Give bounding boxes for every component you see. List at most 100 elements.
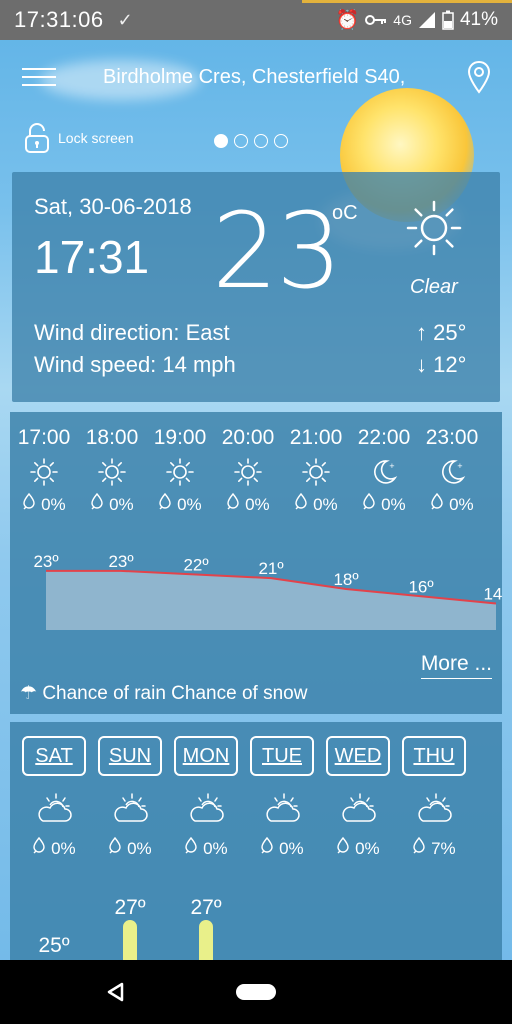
day-high-label: 27º xyxy=(190,896,221,919)
hour-time: 22:00 xyxy=(357,426,411,449)
hour-chance-value: 0% xyxy=(177,495,202,514)
sun-icon xyxy=(214,454,282,490)
current-date: Sat, 30-06-2018 xyxy=(34,194,192,219)
condition-label: Clear xyxy=(410,276,458,298)
legend-text: Chance of rain Chance of snow xyxy=(42,683,308,704)
partly-cloudy-icon xyxy=(174,786,238,830)
day-item: WED 0% xyxy=(326,736,390,859)
day-chance-value: 0% xyxy=(127,839,152,858)
status-time: 17:31:06 xyxy=(14,7,104,32)
day-chance-value: 0% xyxy=(51,839,76,858)
moon-icon: + xyxy=(418,454,486,490)
status-icons: ⏰ 4G 41% xyxy=(336,0,498,40)
rain-drop-icon xyxy=(32,836,46,858)
day-chance-value: 0% xyxy=(203,839,228,858)
hour-item: 19:00 0% xyxy=(146,426,214,515)
page-dot[interactable] xyxy=(234,134,248,148)
alarm-icon: ⏰ xyxy=(335,10,360,31)
day-high-label: 27º xyxy=(114,896,145,919)
hour-chance: 0% xyxy=(418,492,486,515)
hour-chance-value: 0% xyxy=(109,495,134,514)
rain-drop-icon xyxy=(90,492,104,514)
hour-chance-value: 0% xyxy=(313,495,338,514)
location-title[interactable]: Birdholme Cres, Chesterfield S40, xyxy=(103,66,443,89)
svg-text:+: + xyxy=(457,462,463,470)
day-button[interactable]: SUN xyxy=(98,736,162,776)
hour-chance: 0% xyxy=(78,492,146,515)
hourly-forecast-card: 17:00 0% 18:00 0% 19:00 0% 20:00 0% 21:00 0%… xyxy=(10,412,502,714)
hour-chance-value: 0% xyxy=(449,495,474,514)
more-link[interactable]: More ... xyxy=(420,652,492,679)
hour-chance: 0% xyxy=(350,492,418,515)
daily-temp-bars: 25º 27º 27º xyxy=(38,896,222,962)
unlock-icon xyxy=(25,123,49,153)
back-icon[interactable] xyxy=(106,982,124,1002)
rain-drop-icon: ☂ xyxy=(20,683,38,704)
home-button[interactable] xyxy=(236,984,276,1000)
battery-level: 41% xyxy=(459,9,498,30)
temp-low: ↓ 12° xyxy=(416,352,467,377)
hour-chance: 0% xyxy=(214,492,282,515)
hour-item: 23:00 + 0% xyxy=(418,426,486,515)
chance-legend: ☂ Chance of rain Chance of snow xyxy=(20,682,307,705)
temp-label: 23º xyxy=(33,552,58,571)
daily-list: SAT 0% SUN 0% MON 0% TUE 0% WED 0% THU 7% xyxy=(22,736,466,859)
hour-item: 21:00 0% xyxy=(282,426,350,515)
page-indicator xyxy=(214,134,288,148)
rain-drop-icon xyxy=(336,836,350,858)
temperature-unit: oC xyxy=(332,202,358,224)
lock-screen-toggle[interactable]: Lock screen xyxy=(24,122,133,154)
wind-speed: Wind speed: 14 mph xyxy=(34,352,236,377)
day-button[interactable]: TUE xyxy=(250,736,314,776)
hour-time: 19:00 xyxy=(153,426,207,449)
wind-direction: Wind direction: East xyxy=(34,320,230,345)
day-button[interactable]: THU xyxy=(402,736,466,776)
temp-label: 14º xyxy=(483,585,502,604)
daily-forecast-card: SAT 0% SUN 0% MON 0% TUE 0% WED 0% THU 7% 25º… xyxy=(10,722,502,962)
network-type: 4G xyxy=(393,12,412,28)
partly-cloudy-icon xyxy=(22,786,86,830)
day-item: SUN 0% xyxy=(98,736,162,859)
day-chance: 0% xyxy=(250,836,314,859)
day-button[interactable]: MON xyxy=(174,736,238,776)
temp-high: ↑ 25° xyxy=(416,320,467,345)
rain-drop-icon xyxy=(430,492,444,514)
rain-drop-icon xyxy=(294,492,308,514)
day-item: MON 0% xyxy=(174,736,238,859)
rain-drop-icon xyxy=(184,836,198,858)
day-button[interactable]: SAT xyxy=(22,736,86,776)
hour-item: 17:00 0% xyxy=(10,426,78,515)
hour-chance: 0% xyxy=(146,492,214,515)
page-dot[interactable] xyxy=(274,134,288,148)
status-bar: 17:31:06 ✓ ⏰ 4G 41% xyxy=(0,0,512,40)
location-pin-icon[interactable] xyxy=(466,60,492,94)
hourly-temp-chart: 23º 23º 22º 21º 18º 16º 14º xyxy=(33,552,502,630)
day-high-label: 25º xyxy=(38,934,69,957)
temp-label: 22º xyxy=(183,556,208,575)
battery-strip xyxy=(302,0,512,3)
rain-drop-icon xyxy=(158,492,172,514)
day-temp-bar xyxy=(199,920,213,962)
svg-text:+: + xyxy=(389,462,395,470)
page-dot[interactable] xyxy=(254,134,268,148)
sun-icon xyxy=(406,200,462,256)
signal-icon xyxy=(418,12,435,28)
sun-icon xyxy=(146,454,214,490)
sun-icon xyxy=(78,454,146,490)
rain-drop-icon xyxy=(108,836,122,858)
check-icon: ✓ xyxy=(117,9,133,30)
temp-label: 21º xyxy=(258,559,283,578)
day-item: THU 7% xyxy=(402,736,466,859)
menu-icon[interactable] xyxy=(22,68,56,88)
temp-label: 16º xyxy=(408,577,433,596)
rain-drop-icon xyxy=(412,836,426,858)
sun-icon xyxy=(10,454,78,490)
hour-chance-value: 0% xyxy=(381,495,406,514)
page-dot[interactable] xyxy=(214,134,228,148)
day-button[interactable]: WED xyxy=(326,736,390,776)
partly-cloudy-icon xyxy=(402,786,466,830)
navigation-bar xyxy=(0,960,512,1024)
hour-time: 18:00 xyxy=(85,426,139,449)
hour-time: 17:00 xyxy=(17,426,71,449)
rain-drop-icon xyxy=(226,492,240,514)
